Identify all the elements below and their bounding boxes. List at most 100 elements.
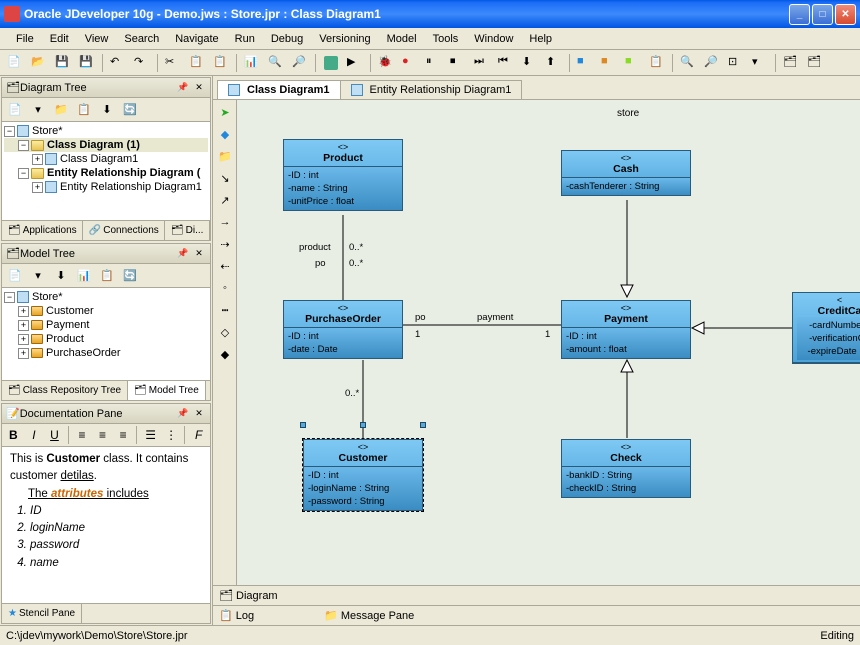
tree-label[interactable]: Entity Relationship Diagram ( [47, 167, 200, 179]
palette-tool[interactable]: ⇢ [215, 234, 235, 254]
tree-label[interactable]: PurchaseOrder [46, 347, 121, 359]
menu-search[interactable]: Search [116, 31, 167, 47]
menu-tools[interactable]: Tools [425, 31, 467, 47]
doc-content[interactable]: This is Customer class. It contains cust… [2, 447, 210, 603]
font-button[interactable]: F [189, 426, 208, 444]
minimize-button[interactable]: _ [789, 4, 810, 25]
close-icon[interactable]: ✕ [192, 81, 206, 95]
selection-handle[interactable] [420, 422, 426, 428]
tab-connections[interactable]: 🔗Connections [83, 221, 165, 240]
save-button[interactable]: 💾 [52, 52, 74, 74]
tab-model-tree[interactable]: 🗂Model Tree [128, 381, 206, 400]
palette-tool[interactable]: ◆ [215, 124, 235, 144]
selection-handle[interactable] [300, 422, 306, 428]
tree-label[interactable]: Store* [32, 125, 63, 137]
tree-expand[interactable]: + [18, 320, 29, 331]
menu-navigate[interactable]: Navigate [167, 31, 226, 47]
palette-tool[interactable]: ↘ [215, 168, 235, 188]
menu-window[interactable]: Window [466, 31, 521, 47]
toolbar-button[interactable]: ■ [622, 52, 644, 74]
menu-file[interactable]: File [8, 31, 42, 47]
toolbar-button[interactable]: ⬆ [543, 52, 565, 74]
tab-message-pane[interactable]: 📁 Message Pane [324, 609, 414, 622]
align-left-button[interactable]: ≡ [73, 426, 92, 444]
palette-tool[interactable]: ↗ [215, 190, 235, 210]
tree-expand[interactable]: + [32, 154, 43, 165]
toolbar-button[interactable]: 🗂 [804, 52, 826, 74]
menu-help[interactable]: Help [521, 31, 560, 47]
uml-class-payment[interactable]: <>Payment-ID : int-amount : float [561, 300, 691, 359]
uml-class-customer[interactable]: <>Customer-ID : int-loginName : String-p… [303, 439, 423, 511]
palette-tool[interactable]: ⇠ [215, 256, 235, 276]
uml-class-purchaseorder[interactable]: <>PurchaseOrder-ID : int-date : Date [283, 300, 403, 359]
palette-tool[interactable]: → [215, 212, 235, 232]
list-button[interactable]: ☰ [141, 426, 160, 444]
toolbar-button[interactable]: ▾ [749, 52, 771, 74]
zoom-out-button[interactable]: 🔎 [701, 52, 723, 74]
debug-button[interactable]: 🐞 [375, 52, 397, 74]
tree-label[interactable]: Customer [46, 305, 94, 317]
toolbar-button[interactable] [320, 52, 342, 74]
menu-model[interactable]: Model [379, 31, 425, 47]
menu-view[interactable]: View [77, 31, 117, 47]
tab-diagram[interactable]: 🗂 Diagram [219, 589, 278, 602]
toolbar-button[interactable]: ⬇ [50, 265, 72, 287]
toolbar-button[interactable]: 📋 [646, 52, 668, 74]
refresh-button[interactable]: 🔄 [119, 265, 141, 287]
palette-tool[interactable]: 📁 [215, 146, 235, 166]
toolbar-button[interactable]: 📋 [73, 99, 95, 121]
refresh-button[interactable]: 🔄 [119, 99, 141, 121]
toolbar-button[interactable]: 📊 [73, 265, 95, 287]
uml-class-check[interactable]: <>Check-bankID : String-checkID : String [561, 439, 691, 498]
tab-stencil-pane[interactable]: ★Stencil Pane [2, 604, 82, 623]
uml-class-creditcard[interactable]: <CreditCa-cardNumber : -verificationCo-e… [792, 292, 860, 364]
align-center-button[interactable]: ≡ [93, 426, 112, 444]
run-button[interactable]: ● [399, 52, 421, 74]
selection-handle[interactable] [360, 422, 366, 428]
palette-tool[interactable]: ◆ [215, 344, 235, 364]
palette-tool[interactable]: ┅ [215, 300, 235, 320]
zoom-fit-button[interactable]: ⊡ [725, 52, 747, 74]
tree-expand[interactable]: + [18, 334, 29, 345]
toolbar-button[interactable]: 📊 [241, 52, 263, 74]
menu-versioning[interactable]: Versioning [311, 31, 378, 47]
toolbar-button[interactable]: ⬇ [519, 52, 541, 74]
maximize-button[interactable]: □ [812, 4, 833, 25]
tab-diagram[interactable]: 🗂Di... [165, 221, 210, 240]
paste-button[interactable]: 📋 [210, 52, 232, 74]
menu-edit[interactable]: Edit [42, 31, 77, 47]
tree-expand[interactable]: + [18, 306, 29, 317]
toolbar-button[interactable]: ⏹ [447, 52, 469, 74]
italic-button[interactable]: I [25, 426, 44, 444]
toolbar-button[interactable]: 📄 [4, 99, 26, 121]
pin-icon[interactable]: 📌 [176, 81, 190, 95]
toolbar-button[interactable]: ⏸ [423, 52, 445, 74]
pin-icon[interactable]: 📌 [176, 407, 190, 421]
menu-run[interactable]: Run [227, 31, 263, 47]
toolbar-button[interactable]: ■ [598, 52, 620, 74]
redo-button[interactable]: ↷ [131, 52, 153, 74]
tab-applications[interactable]: 🗂Applications [2, 221, 83, 240]
toolbar-button[interactable]: ▾ [27, 265, 49, 287]
uml-class-cash[interactable]: <>Cash-cashTenderer : String [561, 150, 691, 196]
align-right-button[interactable]: ≡ [114, 426, 133, 444]
toolbar-button[interactable]: 📋 [96, 265, 118, 287]
save-all-button[interactable]: 💾 [76, 52, 98, 74]
open-button[interactable]: 📂 [28, 52, 50, 74]
cut-button[interactable]: ✂ [162, 52, 184, 74]
numbered-list-button[interactable]: ⋮ [162, 426, 181, 444]
palette-tool[interactable]: ◇ [215, 322, 235, 342]
tab-class-diagram[interactable]: Class Diagram1 [217, 80, 341, 99]
tree-label[interactable]: Product [46, 333, 84, 345]
close-button[interactable]: ✕ [835, 4, 856, 25]
bold-button[interactable]: B [4, 426, 23, 444]
toolbar-button[interactable]: ■ [574, 52, 596, 74]
toolbar-button[interactable]: ▾ [27, 99, 49, 121]
toolbar-button[interactable]: ⏮ [495, 52, 517, 74]
tree-expand[interactable]: − [18, 168, 29, 179]
copy-button[interactable]: 📋 [186, 52, 208, 74]
tree-expand[interactable]: + [32, 182, 43, 193]
tree-expand[interactable]: − [18, 140, 29, 151]
tree-label[interactable]: Class Diagram1 [60, 153, 138, 165]
tree-body[interactable]: −Store* +Customer +Payment +Product +Pur… [2, 288, 210, 380]
